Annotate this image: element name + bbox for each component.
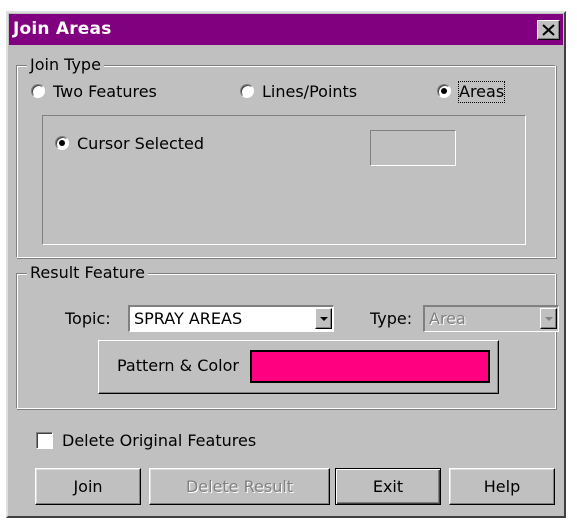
delete-original-label: Delete Original Features xyxy=(62,431,257,450)
radio-lines-points[interactable]: Lines/Points xyxy=(240,82,380,104)
chevron-down-icon xyxy=(545,317,553,321)
close-button[interactable] xyxy=(537,20,560,40)
radio-areas-circle[interactable] xyxy=(437,84,451,98)
selected-count-field xyxy=(370,130,456,166)
radio-cursor-selected-circle[interactable] xyxy=(55,136,69,150)
chevron-down-icon xyxy=(320,317,328,321)
radio-areas-label: Areas xyxy=(457,81,506,103)
delete-result-button: Delete Result xyxy=(149,468,330,505)
window-title: Join Areas xyxy=(13,19,112,39)
topic-dropdown-button[interactable] xyxy=(315,308,332,329)
topic-value: SPRAY AREAS xyxy=(134,309,243,328)
type-dropdown-button xyxy=(540,308,557,329)
join-type-group: Join Type Two Features Lines/Points Area… xyxy=(16,55,556,258)
selection-mode-panel: Cursor Selected xyxy=(42,115,526,245)
type-label: Type: xyxy=(370,309,413,328)
pattern-color-label: Pattern & Color xyxy=(117,356,239,375)
exit-button[interactable]: Exit xyxy=(335,468,441,505)
type-value: Area xyxy=(429,309,466,328)
radio-two-features-circle[interactable] xyxy=(31,84,45,98)
radio-two-features-label: Two Features xyxy=(53,82,157,101)
topic-label: Topic: xyxy=(65,309,111,328)
radio-areas[interactable]: Areas xyxy=(437,81,537,104)
pattern-color-swatch xyxy=(250,350,490,383)
radio-two-features[interactable]: Two Features xyxy=(31,82,181,104)
help-button[interactable]: Help xyxy=(449,468,555,505)
join-areas-dialog: Join Areas Join Type Two Features Lines/… xyxy=(6,11,566,518)
title-bar[interactable]: Join Areas xyxy=(9,14,563,45)
radio-cursor-selected[interactable]: Cursor Selected xyxy=(55,134,235,156)
join-button[interactable]: Join xyxy=(35,468,141,505)
radio-lines-points-circle[interactable] xyxy=(240,84,254,98)
radio-cursor-selected-label: Cursor Selected xyxy=(77,134,205,153)
radio-lines-points-label: Lines/Points xyxy=(262,82,358,101)
delete-original-box[interactable] xyxy=(36,432,53,449)
join-type-legend: Join Type xyxy=(27,55,104,75)
type-dropdown: Area xyxy=(423,305,559,332)
result-feature-legend: Result Feature xyxy=(27,263,148,283)
close-icon xyxy=(542,24,555,36)
topic-dropdown[interactable]: SPRAY AREAS xyxy=(128,305,334,332)
pattern-color-button[interactable]: Pattern & Color xyxy=(98,340,499,394)
